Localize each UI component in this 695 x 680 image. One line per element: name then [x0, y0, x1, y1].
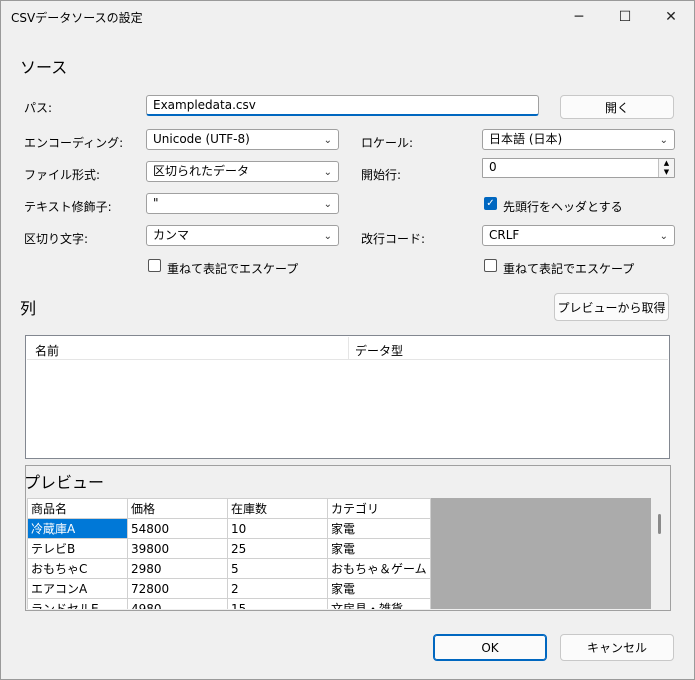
ok-button-label: OK — [481, 640, 499, 655]
preview-header-cell[interactable]: 在庫数 — [227, 498, 328, 519]
newline-value: CRLF — [489, 228, 520, 242]
preview-section-title: プレビュー — [24, 473, 105, 492]
close-button[interactable]: ✕ — [648, 1, 694, 33]
table-row[interactable]: テレビB 39800 25 家電 — [27, 538, 431, 559]
table-row[interactable]: エアコンA 72800 2 家電 — [27, 578, 431, 599]
csv-datasource-dialog: CSVデータソースの設定 ─ ☐ ✕ ソース パス: Exampledata.c… — [0, 0, 695, 680]
path-label: パス: — [24, 101, 53, 115]
preview-cell[interactable]: 家電 — [327, 518, 431, 539]
preview-cell[interactable]: ランドセルE — [27, 598, 128, 609]
title-bar[interactable]: CSVデータソースの設定 ─ ☐ ✕ — [1, 1, 694, 33]
preview-group: プレビュー 商品名 価格 在庫数 カテゴリ 冷蔵庫A 54800 10 家電 テ… — [24, 465, 671, 611]
chevron-down-icon: ⌄ — [323, 231, 332, 242]
encoding-label: エンコーディング: — [24, 136, 124, 150]
chevron-down-icon: ⌄ — [323, 167, 332, 178]
chevron-down-icon: ⌄ — [323, 135, 332, 146]
preview-cell[interactable]: 25 — [227, 538, 328, 559]
escape-label-left: 重ねて表記でエスケープ — [167, 262, 299, 276]
preview-cell[interactable]: 5 — [227, 558, 328, 579]
escape-checkbox-right[interactable] — [484, 259, 497, 272]
file-format-value: 区切られたデータ — [153, 164, 250, 178]
preview-grid[interactable]: 商品名 価格 在庫数 カテゴリ 冷蔵庫A 54800 10 家電 テレビB 39… — [27, 498, 668, 609]
start-row-input[interactable]: 0 ▲ ▼ — [482, 158, 675, 178]
spin-down-button[interactable]: ▼ — [658, 168, 674, 177]
newline-label: 改行コード: — [361, 232, 426, 246]
text-qualifier-value: " — [153, 196, 159, 210]
table-row[interactable]: ランドセルE 4980 15 文房具・雑貨 — [27, 598, 431, 609]
open-button[interactable]: 開く — [560, 95, 674, 119]
preview-cell[interactable]: おもちゃ＆ゲーム — [327, 558, 431, 579]
preview-cell[interactable]: 文房具・雑貨 — [327, 598, 431, 609]
preview-cell[interactable]: エアコンA — [27, 578, 128, 599]
encoding-select[interactable]: Unicode (UTF-8) ⌄ — [146, 129, 339, 150]
column-header-name[interactable]: 名前 — [27, 337, 349, 359]
preview-header-cell[interactable]: 商品名 — [27, 498, 128, 519]
file-format-select[interactable]: 区切られたデータ ⌄ — [146, 161, 339, 182]
ok-button[interactable]: OK — [433, 634, 547, 661]
locale-label: ロケール: — [361, 136, 414, 150]
table-row[interactable]: おもちゃC 2980 5 おもちゃ＆ゲーム — [27, 558, 431, 579]
escape-checkbox-left[interactable] — [148, 259, 161, 272]
preview-cell[interactable]: 冷蔵庫A — [27, 518, 128, 539]
column-header-type[interactable]: データ型 — [349, 337, 668, 359]
newline-select[interactable]: CRLF ⌄ — [482, 225, 675, 246]
delimiter-label: 区切り文字: — [24, 232, 89, 246]
escape-label-right: 重ねて表記でエスケープ — [503, 262, 635, 276]
preview-cell[interactable]: 15 — [227, 598, 328, 609]
start-row-label: 開始行: — [361, 168, 402, 182]
file-format-label: ファイル形式: — [24, 168, 101, 182]
preview-cell[interactable]: 家電 — [327, 538, 431, 559]
start-row-value: 0 — [489, 160, 497, 174]
fetch-from-preview-label: プレビューから取得 — [557, 300, 666, 315]
preview-cell[interactable]: 72800 — [127, 578, 228, 599]
minimize-icon: ─ — [574, 9, 584, 25]
preview-header-cell[interactable]: 価格 — [127, 498, 228, 519]
preview-header-cell[interactable]: カテゴリ — [327, 498, 431, 519]
preview-table: 商品名 価格 在庫数 カテゴリ 冷蔵庫A 54800 10 家電 テレビB 39… — [27, 498, 431, 609]
chevron-down-icon: ⌄ — [659, 135, 668, 146]
preview-vertical-scrollbar[interactable] — [651, 498, 668, 609]
source-section-title: ソース — [20, 58, 68, 77]
text-qualifier-select[interactable]: " ⌄ — [146, 193, 339, 214]
preview-cell[interactable]: 2980 — [127, 558, 228, 579]
delimiter-select[interactable]: カンマ ⌄ — [146, 225, 339, 246]
column-header-name-label: 名前 — [35, 344, 60, 358]
locale-value: 日本語 (日本) — [489, 132, 563, 146]
fetch-from-preview-button[interactable]: プレビューから取得 — [554, 293, 669, 321]
text-qualifier-label: テキスト修飾子: — [24, 200, 112, 214]
columns-list-header: 名前 データ型 — [27, 337, 668, 360]
preview-header-row: 商品名 価格 在庫数 カテゴリ — [27, 498, 431, 519]
minimize-button[interactable]: ─ — [556, 1, 602, 33]
delimiter-value: カンマ — [153, 228, 190, 242]
header-row-checkbox[interactable]: ✓ — [484, 197, 497, 210]
open-button-label: 開く — [604, 100, 629, 115]
path-value: Exampledata.csv — [153, 98, 256, 112]
preview-cell[interactable]: 54800 — [127, 518, 228, 539]
chevron-down-icon: ⌄ — [323, 199, 332, 210]
preview-cell[interactable]: 家電 — [327, 578, 431, 599]
cancel-button-label: キャンセル — [586, 641, 647, 655]
column-header-type-label: データ型 — [355, 344, 404, 358]
maximize-icon: ☐ — [618, 9, 632, 25]
columns-section-title: 列 — [20, 299, 37, 318]
window-title: CSVデータソースの設定 — [11, 11, 143, 25]
preview-cell[interactable]: 39800 — [127, 538, 228, 559]
preview-cell[interactable]: 10 — [227, 518, 328, 539]
header-row-label: 先頭行をヘッダとする — [503, 200, 623, 214]
preview-cell[interactable]: 4980 — [127, 598, 228, 609]
chevron-down-icon: ⌄ — [659, 231, 668, 242]
maximize-button[interactable]: ☐ — [602, 1, 648, 33]
cancel-button[interactable]: キャンセル — [560, 634, 674, 661]
preview-cell[interactable]: 2 — [227, 578, 328, 599]
preview-cell[interactable]: テレビB — [27, 538, 128, 559]
table-row[interactable]: 冷蔵庫A 54800 10 家電 — [27, 518, 431, 539]
preview-cell[interactable]: おもちゃC — [27, 558, 128, 579]
scrollbar-thumb[interactable] — [658, 514, 661, 534]
close-icon: ✕ — [665, 9, 677, 25]
checkmark-icon: ✓ — [486, 198, 495, 209]
path-input[interactable]: Exampledata.csv — [146, 95, 539, 116]
locale-select[interactable]: 日本語 (日本) ⌄ — [482, 129, 675, 150]
encoding-value: Unicode (UTF-8) — [153, 132, 250, 146]
columns-list[interactable]: 名前 データ型 — [25, 335, 670, 459]
